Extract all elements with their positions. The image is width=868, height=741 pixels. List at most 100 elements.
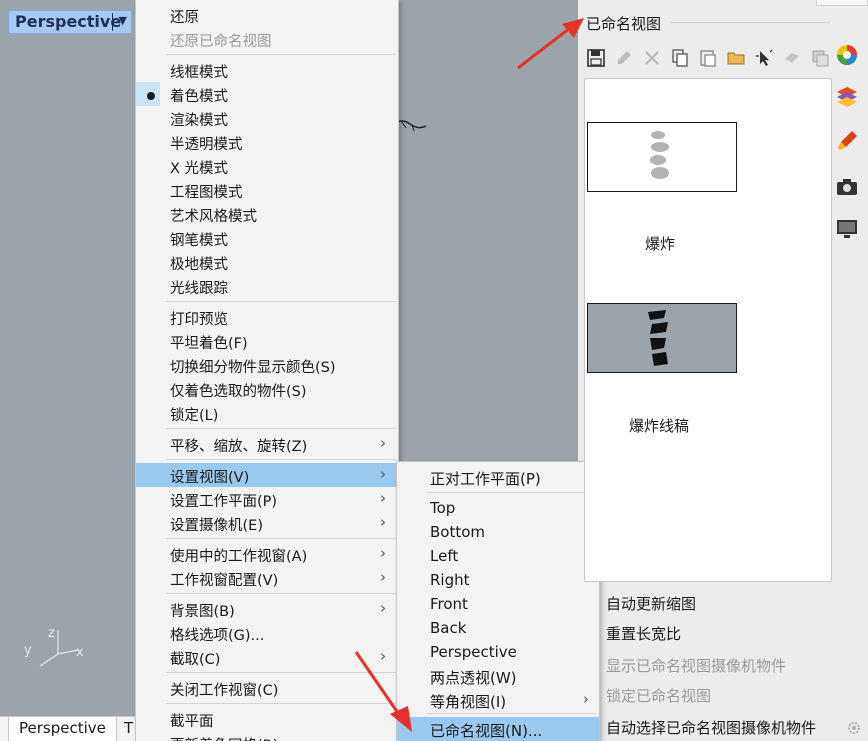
- submenu-item[interactable]: Back: [397, 616, 599, 640]
- submenu-item-label: 两点透视(W): [430, 669, 517, 687]
- menu-item[interactable]: 极地模式: [136, 250, 398, 274]
- submenu-item[interactable]: Top: [397, 496, 599, 520]
- menu-item-label: 仅着色选取的物件(S): [170, 384, 307, 400]
- menu-item-label: 锁定(L): [170, 408, 219, 424]
- viewport-context-menu: 还原还原已命名视图线框模式着色模式 渲染模式半透明模式 X 光模式工程图模式 艺术风格…: [135, 0, 399, 741]
- submenu-separator: [427, 713, 597, 714]
- monitor-icon[interactable]: [834, 216, 860, 242]
- menu-separator: [166, 428, 396, 429]
- menu-item[interactable]: 半透明模式: [136, 130, 398, 154]
- submenu-item[interactable]: Bottom: [397, 520, 599, 544]
- menu-item[interactable]: 锁定(L): [136, 401, 398, 425]
- axis-x-label: x: [76, 645, 84, 660]
- submenu-item[interactable]: 两点透视(W): [397, 664, 599, 688]
- menu-item-label: 还原: [170, 10, 199, 26]
- submenu-chevron-icon: ›: [583, 690, 589, 708]
- menu-item[interactable]: 线框模式: [136, 58, 398, 82]
- menu-item[interactable]: 平坦着色(F): [136, 329, 398, 353]
- brush-icon[interactable]: [834, 128, 860, 154]
- set-view-submenu: 正对工作平面(P) Top Bottom Left Right Front Back Pers…: [396, 461, 600, 741]
- menu-item[interactable]: 工程图模式: [136, 178, 398, 202]
- submenu-chevron-icon: ›: [380, 599, 386, 617]
- menu-item[interactable]: 背景图(B) ›: [136, 597, 398, 621]
- submenu-item-label: Back: [430, 619, 467, 637]
- named-view-label[interactable]: 爆炸线稿: [629, 415, 689, 436]
- menu-item[interactable]: 设置视图(V) ›: [136, 463, 398, 487]
- menu-item[interactable]: 设置工作平面(P) ›: [136, 487, 398, 511]
- select-icon[interactable]: [752, 46, 776, 70]
- side-icon-bar: [832, 36, 862, 741]
- reset-aspect-ratio-option[interactable]: 重置长宽比: [606, 623, 681, 644]
- submenu-item[interactable]: Left: [397, 544, 599, 568]
- menu-item-label: 打印预览: [170, 312, 228, 328]
- menu-item[interactable]: 打印预览: [136, 305, 398, 329]
- camera-icon[interactable]: [834, 174, 860, 200]
- settings-gear-icon[interactable]: [846, 720, 862, 736]
- named-view-label[interactable]: 爆炸: [645, 233, 675, 254]
- submenu-item-label: 已命名视图(N)...: [430, 722, 543, 740]
- paste-icon[interactable]: [696, 46, 720, 70]
- named-view-thumbnail[interactable]: [587, 303, 737, 373]
- restore-icon[interactable]: [780, 46, 804, 70]
- layers-icon[interactable]: [834, 84, 860, 110]
- tab-perspective[interactable]: Perspective: [8, 717, 117, 741]
- submenu-item[interactable]: Right: [397, 568, 599, 592]
- world-axes-icon: z y x: [24, 626, 84, 667]
- menu-item-label: 着色模式: [170, 89, 228, 105]
- lock-named-views-option[interactable]: 锁定已命名视图: [606, 685, 711, 706]
- named-view-thumbnail[interactable]: [587, 122, 737, 192]
- named-views-list: 爆炸 爆炸线稿: [584, 78, 832, 582]
- open-folder-icon[interactable]: [724, 46, 748, 70]
- menu-item-label: 光线跟踪: [170, 281, 228, 297]
- menu-item[interactable]: X 光模式: [136, 154, 398, 178]
- menu-item[interactable]: 还原: [136, 3, 398, 27]
- menu-item[interactable]: 切换细分物件显示颜色(S): [136, 353, 398, 377]
- submenu-item[interactable]: 等角视图(I) ›: [397, 688, 599, 712]
- submenu-chevron-icon: ›: [380, 544, 386, 562]
- menu-item-label: 使用中的工作视窗(A): [170, 549, 308, 565]
- edit-icon[interactable]: [612, 46, 636, 70]
- submenu-item[interactable]: 正对工作平面(P): [397, 465, 599, 489]
- delete-icon[interactable]: [640, 46, 664, 70]
- menu-item[interactable]: 格线选项(G)...: [136, 621, 398, 645]
- menu-item[interactable]: 工作视窗配置(V) ›: [136, 566, 398, 590]
- submenu-item[interactable]: Perspective: [397, 640, 599, 664]
- menu-item-label: 平移、缩放、旋转(Z): [170, 439, 308, 455]
- submenu-chevron-icon: ›: [380, 568, 386, 586]
- menu-item[interactable]: 仅着色选取的物件(S): [136, 377, 398, 401]
- menu-item[interactable]: 钢笔模式: [136, 226, 398, 250]
- window-icon[interactable]: [808, 46, 832, 70]
- submenu-item[interactable]: Front: [397, 592, 599, 616]
- menu-item-label: 设置摄像机(E): [170, 518, 263, 534]
- menu-item-label: 切换细分物件显示颜色(S): [170, 360, 336, 376]
- copy-icon[interactable]: [668, 46, 692, 70]
- menu-item[interactable]: 艺术风格模式: [136, 202, 398, 226]
- menu-item[interactable]: 渲染模式: [136, 106, 398, 130]
- menu-separator: [166, 593, 396, 594]
- show-camera-objects-option[interactable]: 显示已命名视图摄像机物件: [606, 655, 786, 676]
- auto-update-thumbnails-option[interactable]: 自动更新缩图: [606, 593, 696, 614]
- menu-item-label: 更新着色网格(R): [170, 734, 278, 741]
- menu-separator: [166, 301, 396, 302]
- menu-item[interactable]: 设置摄像机(E) ›: [136, 511, 398, 535]
- submenu-item[interactable]: 已命名视图(N)...: [397, 717, 599, 741]
- menu-item[interactable]: 还原已命名视图: [136, 27, 398, 51]
- submenu-item-label: Front: [430, 595, 468, 613]
- menu-item-label: 工程图模式: [170, 185, 243, 201]
- menu-item-label: 还原已命名视图: [170, 34, 272, 50]
- viewport-dropdown-icon[interactable]: ▼: [119, 14, 127, 27]
- menu-item-label: 半透明模式: [170, 137, 243, 153]
- color-wheel-icon[interactable]: [834, 42, 860, 68]
- tab-top[interactable]: T: [124, 719, 133, 737]
- menu-item[interactable]: 使用中的工作视窗(A) ›: [136, 542, 398, 566]
- menu-item-label: 格线选项(G)...: [170, 628, 265, 644]
- menu-item[interactable]: 平移、缩放、旋转(Z) ›: [136, 432, 398, 456]
- viewport-title-tab[interactable]: Perspective ▼: [8, 10, 132, 34]
- submenu-item-label: 正对工作平面(P): [430, 470, 541, 488]
- menu-item[interactable]: 光线跟踪: [136, 274, 398, 298]
- menu-item[interactable]: 着色模式: [136, 82, 398, 106]
- panel-title-rule: [670, 22, 830, 23]
- menu-separator: [166, 538, 396, 539]
- auto-select-camera-objects-option[interactable]: 自动选择已命名视图摄像机物件: [606, 717, 816, 738]
- menu-item-label: 设置视图(V): [170, 470, 250, 486]
